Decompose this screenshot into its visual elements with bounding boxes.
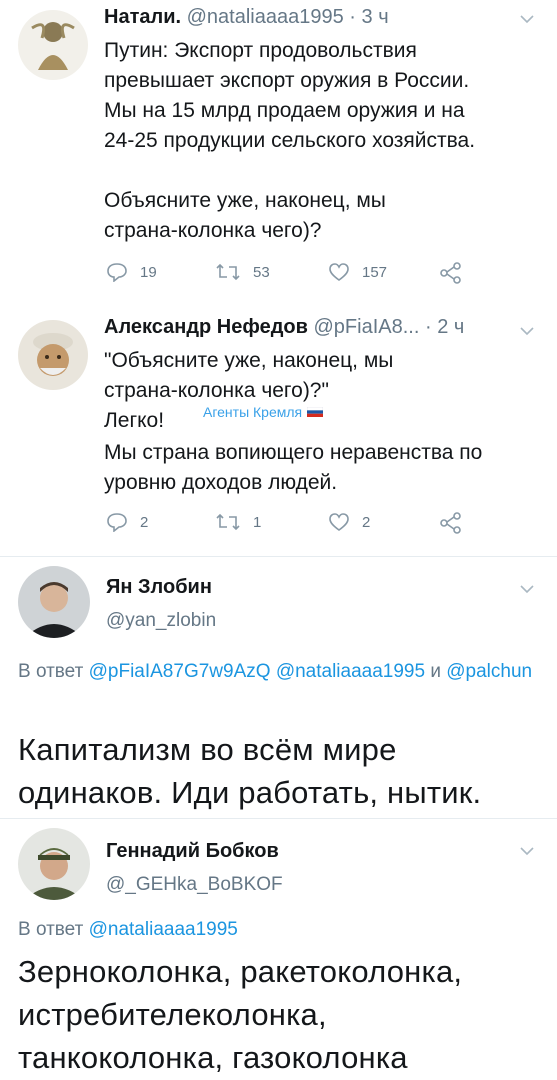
tweet-text: Зерноколонка, ракетоколонка, истребителе…	[18, 954, 463, 1075]
reply-icon	[107, 513, 127, 532]
reply-prefix: В ответ	[18, 661, 84, 682]
author-name[interactable]: Геннадий Бобков	[106, 840, 279, 863]
author-name[interactable]: Натали.	[104, 6, 181, 28]
divider	[0, 556, 557, 557]
retweet-action[interactable]: 53	[215, 262, 270, 282]
author-name[interactable]: Ян Злобин	[106, 576, 212, 599]
avatar[interactable]	[18, 10, 88, 80]
reply-context: В ответ @pFiaIA87G7w9AzQ @nataliaaaa1995…	[18, 658, 548, 686]
retweet-count: 53	[253, 263, 270, 281]
tweet-text-quote: "Объясните уже, наконец, мы страна-колон…	[104, 349, 394, 402]
timestamp[interactable]: 2 ч	[437, 316, 464, 338]
chevron-down-icon[interactable]	[520, 846, 534, 856]
author-handle[interactable]: @yan_zlobin	[106, 610, 216, 632]
mention-link[interactable]: @pFiaIA87G7w9AzQ	[89, 661, 271, 682]
retweet-icon	[216, 513, 240, 531]
mention-link[interactable]: @nataliaaaa1995	[276, 661, 425, 682]
author-name[interactable]: Александр Нефедов	[104, 316, 308, 338]
divider	[0, 818, 557, 819]
separator: ·	[424, 316, 432, 338]
reply-action[interactable]: 2	[106, 512, 148, 532]
reply-action[interactable]: 19	[106, 262, 157, 282]
avatar[interactable]	[18, 320, 88, 390]
reply-prefix: В ответ	[18, 919, 84, 940]
avatar[interactable]	[18, 828, 90, 900]
share-icon[interactable]	[440, 262, 462, 284]
reply-icon	[107, 263, 127, 282]
heart-icon	[329, 263, 349, 281]
author-handle[interactable]: @nataliaaaa1995	[187, 6, 344, 28]
reply-and: и	[430, 661, 441, 682]
tweet-text: Капитализм во всём мире одинаков. Иди ра…	[18, 732, 482, 810]
heart-icon	[329, 513, 349, 531]
russian-flag-icon	[307, 407, 324, 417]
tweet-text-answer: Легко!	[104, 409, 165, 432]
like-count: 2	[362, 513, 371, 531]
overlay-label: Агенты Кремля	[203, 404, 303, 420]
retweet-icon	[216, 263, 240, 281]
reply-count: 19	[140, 263, 157, 281]
tweet-text: Путин: Экспорт продовольствия превышает …	[104, 39, 476, 242]
chevron-down-icon[interactable]	[520, 584, 534, 594]
share-icon[interactable]	[440, 512, 462, 534]
timestamp[interactable]: 3 ч	[362, 6, 389, 28]
like-action[interactable]: 157	[328, 262, 387, 282]
author-handle[interactable]: @_GEHka_BoBKOF	[106, 874, 283, 896]
mention-link[interactable]: @nataliaaaa1995	[89, 919, 238, 940]
tweet-text-body: Мы страна вопиющего неравенства по уровн…	[104, 441, 483, 494]
author-handle[interactable]: @pFiaIA8...	[314, 316, 420, 338]
retweet-action[interactable]: 1	[215, 512, 261, 532]
like-action[interactable]: 2	[328, 512, 370, 532]
reply-count: 2	[140, 513, 149, 531]
retweet-count: 1	[253, 513, 262, 531]
mention-link[interactable]: @palchun	[446, 661, 532, 682]
separator: ·	[349, 6, 356, 28]
avatar[interactable]	[18, 566, 90, 638]
chevron-down-icon[interactable]	[520, 326, 534, 336]
like-count: 157	[362, 263, 388, 281]
chevron-down-icon[interactable]	[520, 14, 534, 24]
reply-context: В ответ @nataliaaaa1995	[18, 916, 238, 944]
